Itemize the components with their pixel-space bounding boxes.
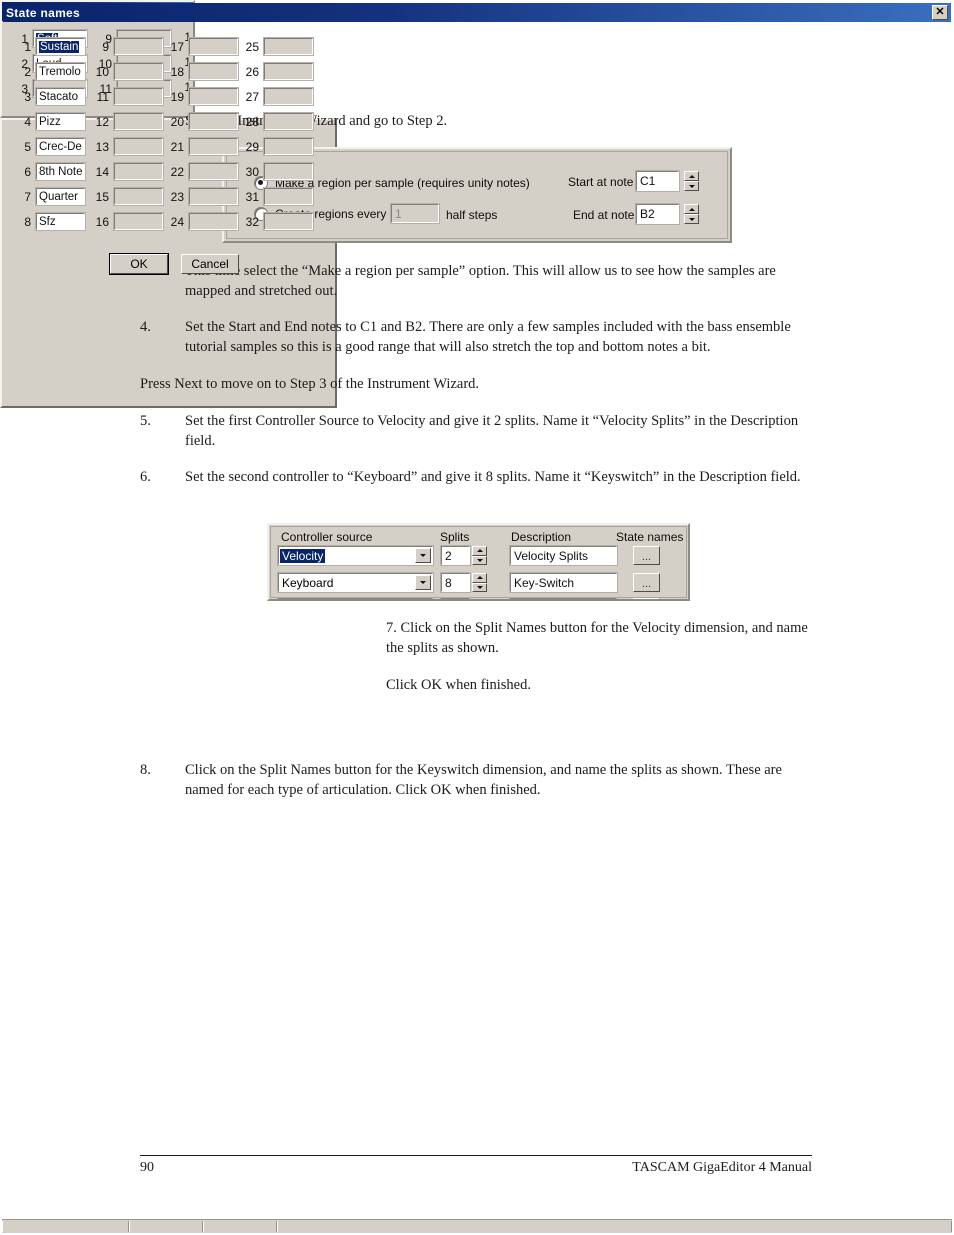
state-index-7: 7 bbox=[24, 189, 31, 204]
state-index-24: 24 bbox=[170, 214, 184, 229]
state-index-6: 6 bbox=[24, 164, 31, 179]
state-slot-14[interactable]: 14 bbox=[91, 162, 164, 181]
cancel-button[interactable]: Cancel bbox=[181, 254, 239, 274]
state-slot-23[interactable]: 23 bbox=[166, 187, 239, 206]
state-slot-29[interactable]: 29 bbox=[241, 137, 314, 156]
state-slot-21[interactable]: 21 bbox=[166, 137, 239, 156]
state-names-dialog-large: State names ✕ 1 Sustain 2 Tremolo 3 Stac… bbox=[0, 3, 952, 1233]
state-input-30[interactable] bbox=[263, 162, 314, 181]
state-index-32: 32 bbox=[245, 214, 259, 229]
state-input-32[interactable] bbox=[263, 212, 314, 231]
state-index-4: 4 bbox=[24, 114, 31, 129]
state-slot-8[interactable]: 8 Sfz bbox=[17, 212, 86, 231]
state-input-16[interactable] bbox=[113, 212, 164, 231]
state-index-13: 13 bbox=[95, 139, 109, 154]
state-value-6: 8th Note bbox=[39, 165, 83, 178]
state-slot-20[interactable]: 20 bbox=[166, 112, 239, 131]
state-index-31: 31 bbox=[245, 189, 259, 204]
footer-page-number: 90 bbox=[140, 1160, 154, 1175]
state-input-29[interactable] bbox=[263, 137, 314, 156]
state-input-14[interactable] bbox=[113, 162, 164, 181]
state-input-4[interactable]: Pizz bbox=[35, 112, 86, 131]
state-slot-22[interactable]: 22 bbox=[166, 162, 239, 181]
state-value-4: Pizz bbox=[39, 115, 61, 128]
state-names-large-client-area: 1 Sustain 2 Tremolo 3 Stacato 4 Pizz 5 C… bbox=[3, 22, 951, 1232]
state-index-12: 12 bbox=[95, 114, 109, 129]
state-slot-24[interactable]: 24 bbox=[166, 212, 239, 231]
state-slot-28[interactable]: 28 bbox=[241, 112, 314, 131]
state-slot-13[interactable]: 13 bbox=[91, 137, 164, 156]
state-slot-12[interactable]: 12 bbox=[91, 112, 164, 131]
state-input-24[interactable] bbox=[188, 212, 239, 231]
ok-button-label: OK bbox=[130, 257, 148, 271]
state-slot-32[interactable]: 32 bbox=[241, 212, 314, 231]
state-index-8: 8 bbox=[24, 214, 31, 229]
state-index-16: 16 bbox=[95, 214, 109, 229]
state-input-21[interactable] bbox=[188, 137, 239, 156]
state-slot-6[interactable]: 6 8th Note bbox=[17, 162, 86, 181]
state-input-20[interactable] bbox=[188, 112, 239, 131]
state-input-12[interactable] bbox=[113, 112, 164, 131]
state-slot-15[interactable]: 15 bbox=[91, 187, 164, 206]
state-index-29: 29 bbox=[245, 139, 259, 154]
state-index-15: 15 bbox=[95, 189, 109, 204]
state-index-23: 23 bbox=[170, 189, 184, 204]
cancel-button-label: Cancel bbox=[191, 257, 229, 271]
state-index-28: 28 bbox=[245, 114, 259, 129]
state-input-15[interactable] bbox=[113, 187, 164, 206]
state-input-7[interactable]: Quarter bbox=[35, 187, 86, 206]
state-index-30: 30 bbox=[245, 164, 259, 179]
state-index-22: 22 bbox=[170, 164, 184, 179]
state-index-5: 5 bbox=[24, 139, 31, 154]
state-input-8[interactable]: Sfz bbox=[35, 212, 86, 231]
state-slot-7[interactable]: 7 Quarter bbox=[17, 187, 86, 206]
state-input-5[interactable]: Crec-De bbox=[35, 137, 86, 156]
state-slot-16[interactable]: 16 bbox=[91, 212, 164, 231]
state-input-22[interactable] bbox=[188, 162, 239, 181]
state-input-31[interactable] bbox=[263, 187, 314, 206]
state-slot-30[interactable]: 30 bbox=[241, 162, 314, 181]
state-value-7: Quarter bbox=[39, 190, 78, 203]
state-input-28[interactable] bbox=[263, 112, 314, 131]
footer-divider bbox=[140, 1155, 812, 1156]
state-input-6[interactable]: 8th Note bbox=[35, 162, 86, 181]
state-index-14: 14 bbox=[95, 164, 109, 179]
state-value-8: Sfz bbox=[39, 215, 56, 228]
state-slot-31[interactable]: 31 bbox=[241, 187, 314, 206]
state-input-13[interactable] bbox=[113, 137, 164, 156]
state-input-23[interactable] bbox=[188, 187, 239, 206]
footer-manual-title: TASCAM GigaEditor 4 Manual bbox=[632, 1160, 812, 1175]
state-index-21: 21 bbox=[170, 139, 184, 154]
state-value-5: Crec-De bbox=[39, 140, 82, 153]
document-page: 2. Start the Instrument Wizard and go to… bbox=[0, 0, 954, 1235]
ok-button[interactable]: OK bbox=[109, 253, 169, 275]
state-slot-5[interactable]: 5 Crec-De bbox=[17, 137, 86, 156]
state-slot-4[interactable]: 4 Pizz bbox=[17, 112, 86, 131]
state-index-20: 20 bbox=[170, 114, 184, 129]
